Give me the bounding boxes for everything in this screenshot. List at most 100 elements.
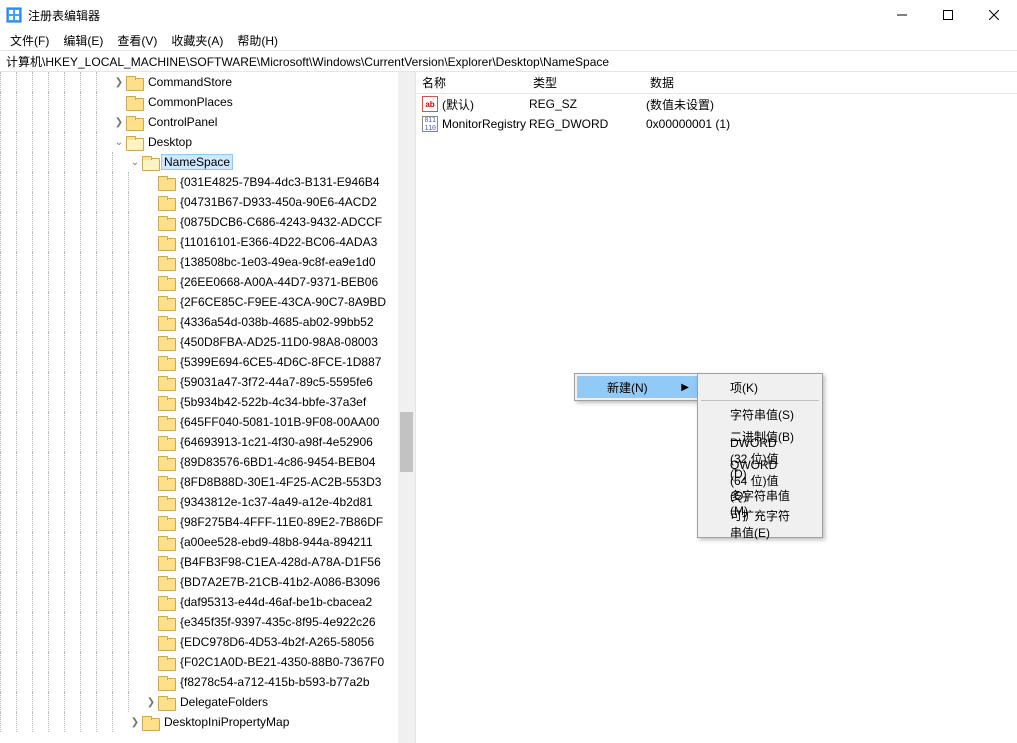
- tree-item-guid[interactable]: {89D83576-6BD1-4c86-9454-BEB04: [0, 452, 415, 472]
- minimize-button[interactable]: [879, 0, 925, 30]
- folder-icon: [142, 156, 158, 169]
- tree-label: {138508bc-1e03-49ea-9c8f-ea9e1d0: [178, 255, 378, 269]
- tree-label: {B4FB3F98-C1EA-428d-A78A-D1F56: [178, 555, 383, 569]
- binary-value-icon: 011110: [422, 116, 438, 132]
- tree-item-guid[interactable]: {26EE0668-A00A-44D7-9371-BEB06: [0, 272, 415, 292]
- value-data: 0x00000001 (1): [646, 117, 1017, 131]
- tree-item-guid[interactable]: {f8278c54-a712-415b-b593-b77a2b: [0, 672, 415, 692]
- tree-item-guid[interactable]: {04731B67-D933-450a-90E6-4ACD2: [0, 192, 415, 212]
- tree-pane[interactable]: ❯CommandStoreCommonPlaces❯ControlPanel⌄D…: [0, 72, 416, 743]
- value-row[interactable]: 011110 MonitorRegistryREG_DWORD0x00000001…: [416, 114, 1017, 134]
- folder-icon: [158, 516, 174, 529]
- tree-item-DesktopIniPropertyMap[interactable]: ❯DesktopIniPropertyMap: [0, 712, 415, 732]
- expander-icon[interactable]: ⌄: [128, 157, 142, 168]
- tree-label: {89D83576-6BD1-4c86-9454-BEB04: [178, 455, 377, 469]
- tree-item-guid[interactable]: {8FD8B88D-30E1-4F25-AC2B-553D3: [0, 472, 415, 492]
- col-type[interactable]: 类型: [527, 74, 644, 91]
- tree-item-guid[interactable]: {64693913-1c21-4f30-a98f-4e52906: [0, 432, 415, 452]
- tree-item-DelegateFolders[interactable]: ❯ DelegateFolders: [0, 692, 415, 712]
- tree-label: {0875DCB6-C686-4243-9432-ADCCF: [178, 215, 384, 229]
- tree-item-guid[interactable]: {98F275B4-4FFF-11E0-89E2-7B86DF: [0, 512, 415, 532]
- col-name[interactable]: 名称: [416, 74, 527, 91]
- address-bar[interactable]: 计算机\HKEY_LOCAL_MACHINE\SOFTWARE\Microsof…: [0, 50, 1017, 72]
- tree-item-guid[interactable]: {9343812e-1c37-4a49-a12e-4b2d81: [0, 492, 415, 512]
- tree-item-guid[interactable]: {5b934b42-522b-4c34-bbfe-37a3ef: [0, 392, 415, 412]
- tree-scrollbar[interactable]: [398, 72, 415, 743]
- ctx-new-expand[interactable]: 可扩充字符串值(E): [700, 513, 820, 535]
- folder-icon: [158, 536, 174, 549]
- value-row[interactable]: ab(默认)REG_SZ(数值未设置): [416, 94, 1017, 114]
- folder-icon: [158, 436, 174, 449]
- scroll-thumb[interactable]: [400, 412, 413, 472]
- tree-item-guid[interactable]: {BD7A2E7B-21CB-41b2-A086-B3096: [0, 572, 415, 592]
- close-button[interactable]: [971, 0, 1017, 30]
- folder-icon: [158, 596, 174, 609]
- tree-item-namespace[interactable]: ⌄NameSpace: [0, 152, 415, 172]
- expander-icon[interactable]: ❯: [144, 697, 158, 708]
- tree-item-guid[interactable]: {0875DCB6-C686-4243-9432-ADCCF: [0, 212, 415, 232]
- tree-label: CommonPlaces: [146, 95, 235, 109]
- tree-item-guid[interactable]: {e345f35f-9397-435c-8f95-4e922c26: [0, 612, 415, 632]
- expander-icon[interactable]: ⌄: [112, 137, 126, 148]
- menu-help[interactable]: 帮助(H): [231, 31, 284, 50]
- titlebar: 注册表编辑器: [0, 0, 1017, 30]
- tree-item-guid[interactable]: {2F6CE85C-F9EE-43CA-90C7-8A9BD: [0, 292, 415, 312]
- folder-icon: [158, 236, 174, 249]
- body: ❯CommandStoreCommonPlaces❯ControlPanel⌄D…: [0, 72, 1017, 743]
- tree-item-guid[interactable]: {645FF040-5081-101B-9F08-00AA00: [0, 412, 415, 432]
- tree-item-guid[interactable]: {F02C1A0D-BE21-4350-88B0-7367F0: [0, 652, 415, 672]
- tree-item-guid[interactable]: {450D8FBA-AD25-11D0-98A8-08003: [0, 332, 415, 352]
- folder-icon: [158, 256, 174, 269]
- folder-icon: [158, 336, 174, 349]
- menu-edit[interactable]: 编辑(E): [57, 31, 109, 50]
- menu-bar: 文件(F) 编辑(E) 查看(V) 收藏夹(A) 帮助(H): [0, 30, 1017, 50]
- maximize-button[interactable]: [925, 0, 971, 30]
- tree-item-guid[interactable]: {031E4825-7B94-4dc3-B131-E946B4: [0, 172, 415, 192]
- tree-label: {EDC978D6-4D53-4b2f-A265-58056: [178, 635, 376, 649]
- tree-item-guid[interactable]: {4336a54d-038b-4685-ab02-99bb52: [0, 312, 415, 332]
- tree-item-ControlPanel[interactable]: ❯ControlPanel: [0, 112, 415, 132]
- menu-view[interactable]: 查看(V): [111, 31, 163, 50]
- tree-item-Desktop[interactable]: ⌄Desktop: [0, 132, 415, 152]
- tree-item-CommonPlaces[interactable]: CommonPlaces: [0, 92, 415, 112]
- value-name: MonitorRegistry: [442, 117, 529, 131]
- folder-icon: [158, 656, 174, 669]
- tree-item-CommandStore[interactable]: ❯CommandStore: [0, 72, 415, 92]
- ctx-new-string[interactable]: 字符串值(S): [700, 403, 820, 425]
- folder-icon: [158, 296, 174, 309]
- folder-icon: [158, 696, 174, 709]
- folder-icon: [142, 716, 158, 729]
- expander-icon[interactable]: ❯: [112, 117, 126, 128]
- tree-label: {450D8FBA-AD25-11D0-98A8-08003: [178, 335, 380, 349]
- tree-item-guid[interactable]: {138508bc-1e03-49ea-9c8f-ea9e1d0: [0, 252, 415, 272]
- folder-icon: [158, 396, 174, 409]
- folder-icon: [158, 176, 174, 189]
- context-menu: 新建(N) ▶ 项(K) 字符串值(S) 二进制值(B) DWORD (32 位…: [574, 373, 700, 401]
- tree-item-guid[interactable]: {daf95313-e44d-46af-be1b-cbacea2: [0, 592, 415, 612]
- tree-label: {64693913-1c21-4f30-a98f-4e52906: [178, 435, 375, 449]
- menu-file[interactable]: 文件(F): [4, 31, 55, 50]
- folder-icon: [158, 276, 174, 289]
- tree-item-guid[interactable]: {59031a47-3f72-44a7-89c5-5595fe6: [0, 372, 415, 392]
- tree-label: DelegateFolders: [178, 695, 270, 709]
- tree-label: {BD7A2E7B-21CB-41b2-A086-B3096: [178, 575, 382, 589]
- menu-favorites[interactable]: 收藏夹(A): [165, 31, 229, 50]
- folder-icon: [126, 136, 142, 149]
- window-title: 注册表编辑器: [28, 7, 100, 24]
- values-pane[interactable]: 名称 类型 数据 ab(默认)REG_SZ(数值未设置) 011110 Monito…: [416, 72, 1017, 743]
- expander-icon[interactable]: ❯: [128, 717, 142, 728]
- tree-item-guid[interactable]: {EDC978D6-4D53-4b2f-A265-58056: [0, 632, 415, 652]
- value-type: REG_DWORD: [529, 117, 646, 131]
- ctx-new[interactable]: 新建(N) ▶ 项(K) 字符串值(S) 二进制值(B) DWORD (32 位…: [577, 376, 697, 398]
- tree-label: {2F6CE85C-F9EE-43CA-90C7-8A9BD: [178, 295, 388, 309]
- tree-item-guid[interactable]: {a00ee528-ebd9-48b8-944a-894211: [0, 532, 415, 552]
- col-data[interactable]: 数据: [644, 74, 1017, 91]
- chevron-right-icon: ▶: [681, 382, 689, 393]
- tree-item-guid[interactable]: {5399E694-6CE5-4D6C-8FCE-1D887: [0, 352, 415, 372]
- tree-item-guid[interactable]: {11016101-E366-4D22-BC06-4ADA3: [0, 232, 415, 252]
- expander-icon[interactable]: ❯: [112, 77, 126, 88]
- tree-item-guid[interactable]: {B4FB3F98-C1EA-428d-A78A-D1F56: [0, 552, 415, 572]
- folder-icon: [158, 216, 174, 229]
- ctx-new-key[interactable]: 项(K): [700, 376, 820, 398]
- address-text: 计算机\HKEY_LOCAL_MACHINE\SOFTWARE\Microsof…: [6, 53, 609, 70]
